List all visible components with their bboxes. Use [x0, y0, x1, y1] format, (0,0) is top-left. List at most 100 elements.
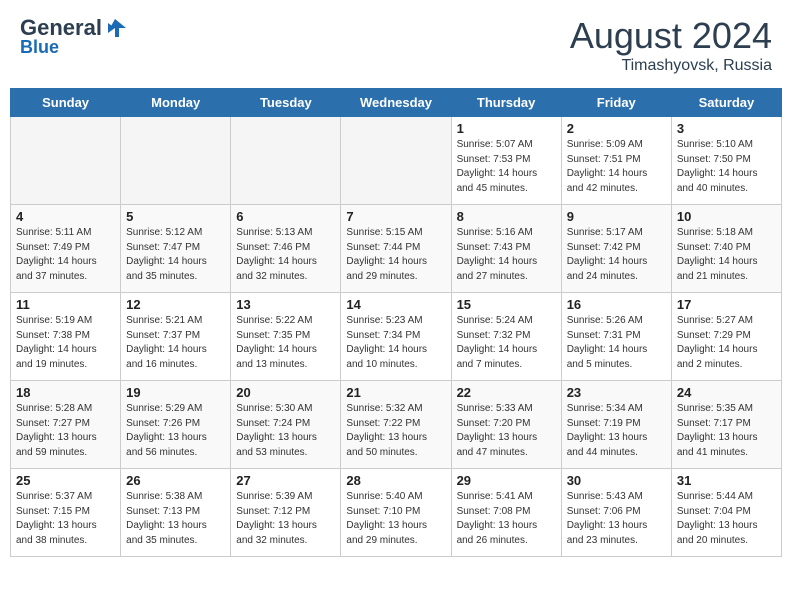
calendar-cell: 18Sunrise: 5:28 AMSunset: 7:27 PMDayligh…: [11, 381, 121, 469]
day-info: Sunrise: 5:43 AMSunset: 7:06 PMDaylight:…: [567, 490, 666, 548]
day-number: 23: [567, 385, 666, 400]
day-number: 22: [457, 385, 556, 400]
day-number: 14: [346, 297, 445, 312]
col-header-tuesday: Tuesday: [231, 89, 341, 117]
col-header-saturday: Saturday: [671, 89, 781, 117]
calendar-cell: 24Sunrise: 5:35 AMSunset: 7:17 PMDayligh…: [671, 381, 781, 469]
calendar-cell: 9 Sunrise: 5:17 AMSunset: 7:42 PMDaylight…: [561, 205, 671, 293]
calendar-cell: 25 Sunrise: 5:37 AMSunset: 7:15 PMDayligh…: [11, 469, 121, 557]
day-info: Sunrise: 5:07 AMSunset: 7:53 PMDaylight:…: [457, 138, 556, 196]
day-number: 25: [16, 473, 115, 488]
day-number: 19: [126, 385, 225, 400]
calendar-cell: 23 Sunrise: 5:34 AMSunset: 7:19 PMDayligh…: [561, 381, 671, 469]
calendar-cell: 3Sunrise: 5:10 AMSunset: 7:50 PMDaylight…: [671, 117, 781, 205]
day-info: Sunrise: 5:10 AMSunset: 7:50 PMDaylight:…: [677, 138, 776, 196]
day-info: Sunrise: 5:37 AMSunset: 7:15 PMDaylight:…: [16, 490, 115, 548]
day-number: 15: [457, 297, 556, 312]
day-number: 2: [567, 121, 666, 136]
location: Timashyovsk, Russia: [570, 57, 772, 75]
calendar-cell: 8 Sunrise: 5:16 AMSunset: 7:43 PMDaylight…: [451, 205, 561, 293]
day-info: Sunrise: 5:44 AMSunset: 7:04 PMDaylight:…: [677, 490, 776, 548]
calendar-cell: 16Sunrise: 5:26 AMSunset: 7:31 PMDayligh…: [561, 293, 671, 381]
calendar-cell: 26 Sunrise: 5:38 AMSunset: 7:13 PMDayligh…: [121, 469, 231, 557]
day-number: 11: [16, 297, 115, 312]
day-info: Sunrise: 5:12 AMSunset: 7:47 PMDaylight:…: [126, 226, 225, 284]
page-header: General Blue August 2024 Timashyovsk, Ru…: [10, 10, 782, 80]
day-number: 24: [677, 385, 776, 400]
day-number: 20: [236, 385, 335, 400]
day-info: Sunrise: 5:24 AMSunset: 7:32 PMDaylight:…: [457, 314, 556, 372]
day-info: Sunrise: 5:30 AMSunset: 7:24 PMDaylight:…: [236, 402, 335, 460]
day-number: 21: [346, 385, 445, 400]
calendar-cell: 5 Sunrise: 5:12 AMSunset: 7:47 PMDaylight…: [121, 205, 231, 293]
col-header-sunday: Sunday: [11, 89, 121, 117]
day-info: Sunrise: 5:32 AMSunset: 7:22 PMDaylight:…: [346, 402, 445, 460]
day-number: 26: [126, 473, 225, 488]
day-info: Sunrise: 5:19 AMSunset: 7:38 PMDaylight:…: [16, 314, 115, 372]
day-info: Sunrise: 5:23 AMSunset: 7:34 PMDaylight:…: [346, 314, 445, 372]
day-info: Sunrise: 5:40 AMSunset: 7:10 PMDaylight:…: [346, 490, 445, 548]
calendar-cell: [11, 117, 121, 205]
day-number: 10: [677, 209, 776, 224]
day-number: 1: [457, 121, 556, 136]
calendar-cell: [231, 117, 341, 205]
day-info: Sunrise: 5:22 AMSunset: 7:35 PMDaylight:…: [236, 314, 335, 372]
day-info: Sunrise: 5:17 AMSunset: 7:42 PMDaylight:…: [567, 226, 666, 284]
calendar-cell: 22 Sunrise: 5:33 AMSunset: 7:20 PMDayligh…: [451, 381, 561, 469]
day-info: Sunrise: 5:41 AMSunset: 7:08 PMDaylight:…: [457, 490, 556, 548]
logo-bird-icon: [104, 17, 126, 39]
day-info: Sunrise: 5:38 AMSunset: 7:13 PMDaylight:…: [126, 490, 225, 548]
day-number: 27: [236, 473, 335, 488]
day-number: 28: [346, 473, 445, 488]
day-info: Sunrise: 5:16 AMSunset: 7:43 PMDaylight:…: [457, 226, 556, 284]
day-number: 5: [126, 209, 225, 224]
day-info: Sunrise: 5:18 AMSunset: 7:40 PMDaylight:…: [677, 226, 776, 284]
col-header-monday: Monday: [121, 89, 231, 117]
day-info: Sunrise: 5:13 AMSunset: 7:46 PMDaylight:…: [236, 226, 335, 284]
day-info: Sunrise: 5:39 AMSunset: 7:12 PMDaylight:…: [236, 490, 335, 548]
logo-blue: Blue: [20, 37, 59, 58]
day-info: Sunrise: 5:21 AMSunset: 7:37 PMDaylight:…: [126, 314, 225, 372]
calendar-cell: 11 Sunrise: 5:19 AMSunset: 7:38 PMDayligh…: [11, 293, 121, 381]
calendar-cell: [341, 117, 451, 205]
calendar-cell: 29 Sunrise: 5:41 AMSunset: 7:08 PMDayligh…: [451, 469, 561, 557]
day-number: 6: [236, 209, 335, 224]
calendar-cell: 2 Sunrise: 5:09 AMSunset: 7:51 PMDaylight…: [561, 117, 671, 205]
calendar-table: SundayMondayTuesdayWednesdayThursdayFrid…: [10, 88, 782, 557]
day-number: 7: [346, 209, 445, 224]
day-info: Sunrise: 5:34 AMSunset: 7:19 PMDaylight:…: [567, 402, 666, 460]
week-row-1: 4 Sunrise: 5:11 AMSunset: 7:49 PMDaylight…: [11, 205, 782, 293]
day-info: Sunrise: 5:15 AMSunset: 7:44 PMDaylight:…: [346, 226, 445, 284]
day-info: Sunrise: 5:27 AMSunset: 7:29 PMDaylight:…: [677, 314, 776, 372]
day-number: 18: [16, 385, 115, 400]
calendar-cell: 4 Sunrise: 5:11 AMSunset: 7:49 PMDaylight…: [11, 205, 121, 293]
calendar-cell: 20 Sunrise: 5:30 AMSunset: 7:24 PMDayligh…: [231, 381, 341, 469]
logo: General Blue: [20, 15, 126, 58]
calendar-cell: 1 Sunrise: 5:07 AMSunset: 7:53 PMDaylight…: [451, 117, 561, 205]
day-number: 8: [457, 209, 556, 224]
day-info: Sunrise: 5:11 AMSunset: 7:49 PMDaylight:…: [16, 226, 115, 284]
col-header-friday: Friday: [561, 89, 671, 117]
day-info: Sunrise: 5:33 AMSunset: 7:20 PMDaylight:…: [457, 402, 556, 460]
calendar-cell: 30 Sunrise: 5:43 AMSunset: 7:06 PMDayligh…: [561, 469, 671, 557]
day-number: 9: [567, 209, 666, 224]
calendar-cell: 27 Sunrise: 5:39 AMSunset: 7:12 PMDayligh…: [231, 469, 341, 557]
day-number: 4: [16, 209, 115, 224]
month-title: August 2024: [570, 15, 772, 57]
day-number: 31: [677, 473, 776, 488]
calendar-cell: [121, 117, 231, 205]
week-row-2: 11 Sunrise: 5:19 AMSunset: 7:38 PMDayligh…: [11, 293, 782, 381]
calendar-cell: 7 Sunrise: 5:15 AMSunset: 7:44 PMDaylight…: [341, 205, 451, 293]
calendar-cell: 14 Sunrise: 5:23 AMSunset: 7:34 PMDayligh…: [341, 293, 451, 381]
day-number: 29: [457, 473, 556, 488]
day-number: 13: [236, 297, 335, 312]
calendar-cell: 15 Sunrise: 5:24 AMSunset: 7:32 PMDayligh…: [451, 293, 561, 381]
col-header-thursday: Thursday: [451, 89, 561, 117]
col-header-wednesday: Wednesday: [341, 89, 451, 117]
week-row-0: 1 Sunrise: 5:07 AMSunset: 7:53 PMDaylight…: [11, 117, 782, 205]
calendar-cell: 31 Sunrise: 5:44 AMSunset: 7:04 PMDayligh…: [671, 469, 781, 557]
calendar-cell: 28 Sunrise: 5:40 AMSunset: 7:10 PMDayligh…: [341, 469, 451, 557]
day-info: Sunrise: 5:09 AMSunset: 7:51 PMDaylight:…: [567, 138, 666, 196]
day-number: 30: [567, 473, 666, 488]
calendar-cell: 12Sunrise: 5:21 AMSunset: 7:37 PMDayligh…: [121, 293, 231, 381]
